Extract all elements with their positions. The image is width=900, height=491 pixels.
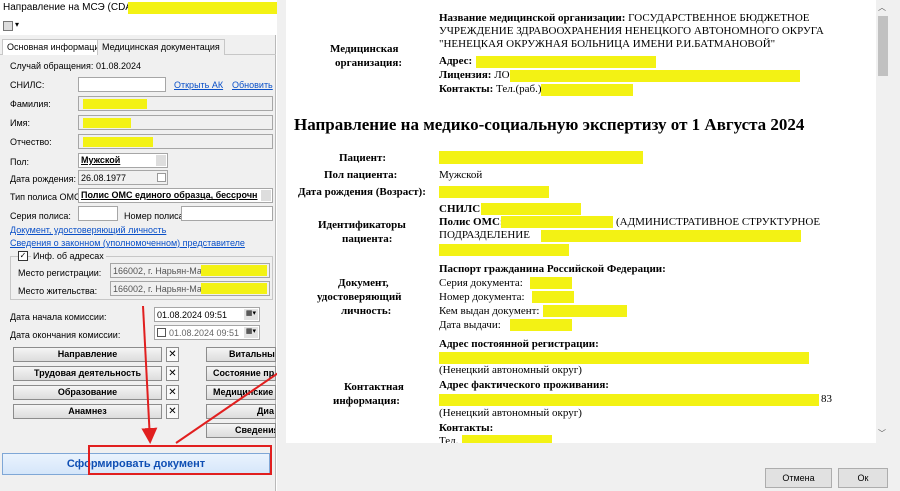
snils-label: СНИЛС: xyxy=(439,203,484,215)
sex-value: Мужской xyxy=(439,169,483,181)
annotation-arrow-down xyxy=(141,305,158,444)
org-section-label-1: Медицинская xyxy=(330,43,399,55)
org-contacts-line: Контакты: Тел.(раб.) xyxy=(439,83,542,95)
redaction-highlight xyxy=(439,352,809,364)
license-value: ЛО xyxy=(494,69,510,81)
contact-section-label-2: информация: xyxy=(333,395,400,407)
redaction-highlight xyxy=(543,305,627,317)
perm-region-line: (Ненецкий автономный округ) xyxy=(439,364,582,376)
org-name-line-3: "НЕНЕЦКАЯ ОКРУЖНАЯ БОЛЬНИЦА ИМЕНИ Р.И.БА… xyxy=(439,38,776,50)
series-label: Серия документа: xyxy=(439,277,523,289)
redaction-highlight xyxy=(476,56,656,68)
redaction-highlight xyxy=(541,230,801,242)
actual-address-label: Адрес фактического проживания: xyxy=(439,379,609,391)
number-label: Номер документа: xyxy=(439,291,525,303)
org-section-label-2: организация: xyxy=(335,57,402,69)
document-scrollbar[interactable]: ︿ ﹀ xyxy=(876,0,890,443)
org-name-line-2: УЧРЕЖДЕНИЕ ЗДРАВООХРАНЕНИЯ НЕНЕЦКОГО АВТ… xyxy=(439,25,824,37)
license-line: Лицензия: ЛО xyxy=(439,69,510,81)
scroll-up-icon[interactable]: ︿ xyxy=(878,2,886,13)
oms-line: Полис ОМС: xyxy=(439,216,504,228)
redaction-highlight xyxy=(462,435,552,443)
org-name-line-1: Название медицинской организации: ГОСУДА… xyxy=(439,12,810,24)
scroll-down-icon[interactable]: ﹀ xyxy=(878,428,886,439)
redaction-highlight xyxy=(439,186,549,198)
redaction-highlight xyxy=(439,394,819,406)
redaction-highlight xyxy=(530,277,572,289)
perm-address-label: Адрес постоянной регистрации: xyxy=(439,338,599,350)
tel-label: Тел. xyxy=(439,435,459,443)
address-label: Адрес: xyxy=(439,55,473,67)
contacts-value: Тел.(раб.) xyxy=(496,83,542,95)
actual-address-tail: 83 xyxy=(821,393,832,405)
org-name-value-1: ГОСУДАРСТВЕННОЕ БЮДЖЕТНОЕ xyxy=(628,12,810,24)
oms-label: Полис ОМС: xyxy=(439,216,504,228)
redaction-highlight xyxy=(541,84,633,96)
patient-name-redacted xyxy=(439,151,643,164)
birth-label: Дата рождения (Возраст): xyxy=(298,186,426,198)
ids-section-label-2: пациента: xyxy=(342,233,393,245)
contacts-label: Контакты: xyxy=(439,83,494,95)
oms-value-2: ПОДРАЗДЕЛЕНИЕ xyxy=(439,229,530,241)
redaction-highlight xyxy=(439,244,569,256)
document-heading: Направление на медико-социальную эксперт… xyxy=(294,115,805,134)
ok-button[interactable]: Ок xyxy=(838,468,888,488)
redaction-highlight xyxy=(501,216,613,228)
iddoc-section-label-1: Документ, xyxy=(338,277,389,289)
issue-date-label: Дата выдачи: xyxy=(439,319,501,331)
org-address-line: Адрес: xyxy=(439,55,472,67)
license-label: Лицензия: xyxy=(439,69,492,81)
redaction-highlight xyxy=(510,319,572,331)
contacts2-label: Контакты: xyxy=(439,422,494,434)
redaction-highlight xyxy=(481,203,581,215)
issued-by-label: Кем выдан документ: xyxy=(439,305,540,317)
patient-label: Пациент: xyxy=(339,152,387,164)
cancel-button[interactable]: Отмена xyxy=(765,468,832,488)
passport-title: Паспорт гражданина Российской Федерации: xyxy=(439,263,666,275)
ids-section-label-1: Идентификаторы xyxy=(318,219,406,231)
contact-section-label-1: Контактная xyxy=(344,381,404,393)
scroll-thumb[interactable] xyxy=(878,16,888,76)
redaction-highlight xyxy=(532,291,574,303)
org-name-label: Название медицинской организации: xyxy=(439,12,626,24)
document-preview: Медицинская организация: Название медици… xyxy=(286,0,876,443)
sex-label: Пол пациента: xyxy=(324,169,398,181)
oms-value-1: (АДМИНИСТРАТИВНОЕ СТРУКТУРНОЕ xyxy=(616,216,821,228)
iddoc-section-label-2: удостоверяющий xyxy=(317,291,402,303)
actual-region-line: (Ненецкий автономный округ) xyxy=(439,407,582,419)
redaction-highlight xyxy=(510,70,800,82)
iddoc-section-label-3: личность: xyxy=(341,305,392,317)
